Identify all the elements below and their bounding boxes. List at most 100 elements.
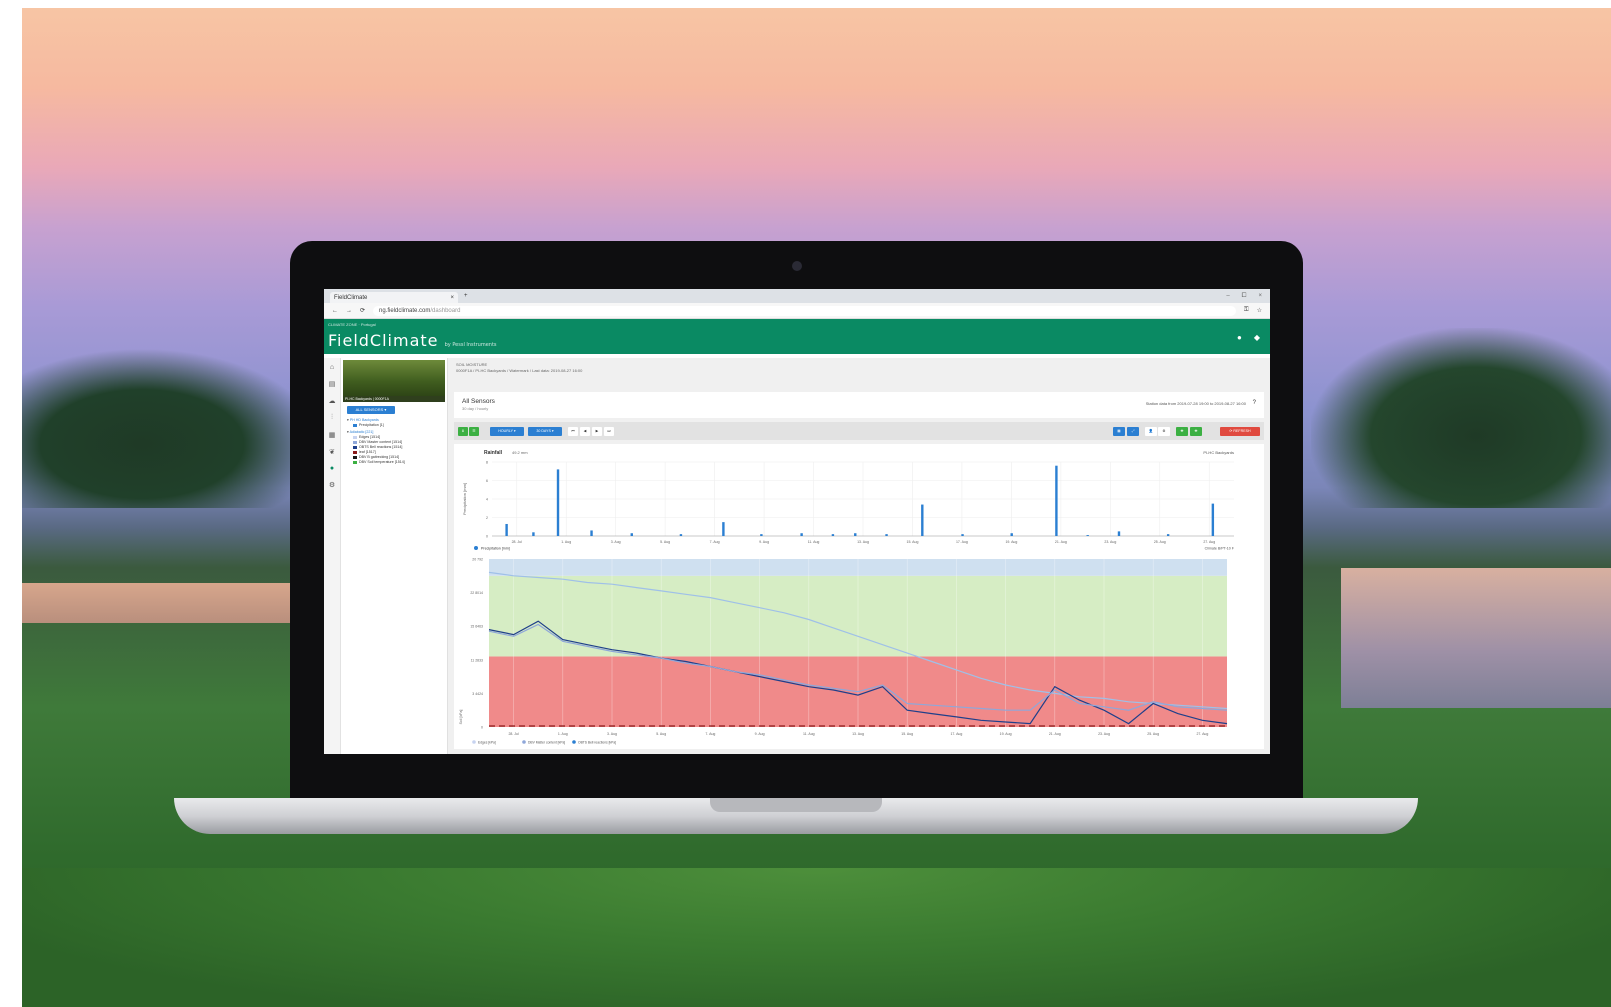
legend-label: OBTS Bell reactions [kPa] [578, 741, 616, 745]
minimize-icon[interactable]: – [1226, 293, 1229, 300]
x-tick-label: 27. Aug [1203, 540, 1215, 544]
export-button[interactable]: ⬇ [458, 427, 468, 436]
key-icon[interactable]: ⚿ [1244, 307, 1249, 314]
tree-item-label: OBTS Bell reactions [1514] [359, 445, 403, 449]
tree-item[interactable]: DBV Soil temperature [1514] [347, 460, 447, 465]
x-tick-label: 13. Aug [852, 732, 864, 736]
y-tick-label: 15 6463 [470, 625, 483, 629]
x-tick-label: 7. Aug [705, 732, 715, 736]
tree-item-label: DBV B gaitrecking [1514] [359, 455, 400, 459]
y-tick-label: 8 [486, 461, 488, 465]
legend-label: Edges [kPa] [478, 741, 496, 745]
tree-item-label: Edges [1514] [359, 435, 381, 439]
next-button[interactable]: ▶ [592, 427, 602, 436]
station-range: Station data from 2019-07-28 19:00 to 20… [1145, 401, 1246, 406]
trees-right [1311, 328, 1611, 508]
sensor-tree: ▾ PH HD Backyards Precipitation [1] ▾ Ad… [347, 418, 447, 465]
star-icon[interactable]: ☆ [1257, 307, 1262, 314]
leaf-icon[interactable]: ● [330, 465, 334, 472]
x-tick-label: 28. Jul [512, 540, 523, 544]
y-tick-label: 20 792 [472, 558, 483, 562]
x-tick-label: 28. Jul [508, 732, 519, 736]
legend-right: Climate B/PT-10 F [1205, 547, 1235, 551]
bar [556, 469, 560, 536]
chart-toolbar: ⬇ ☰ HOURLY ▾ 30 DAYS ▾ ⏮ ◀ ▶ ⏭ ▦ ⤢ 👤 ⚙ ✚… [454, 422, 1264, 440]
bar [760, 534, 763, 536]
crop-icon[interactable]: ❦ [329, 448, 335, 456]
x-tick-label: 5. Aug [656, 732, 666, 736]
prev-button[interactable]: ◀ [580, 427, 590, 436]
series-swatch [353, 435, 357, 439]
user-filter-button[interactable]: 👤 [1145, 427, 1157, 436]
browser-urlbar: ← → ⟳ ng.fieldclimate.com/dashboard ⚿ ☆ [324, 303, 1270, 319]
station-photo [343, 360, 445, 396]
webcam [792, 261, 802, 271]
chart-settings-button[interactable]: ⚙ [1158, 427, 1170, 436]
car-icon[interactable]: ◆ [1254, 333, 1260, 342]
xls-button[interactable]: ✚ [1176, 427, 1188, 436]
station-name: PI-HC Backyards | 0000F1A [343, 396, 445, 402]
map-icon[interactable]: ▦ [329, 431, 336, 439]
charts-svg: Rainfall 49.2 mm PI-HC Backyards Precipitat… [459, 450, 1235, 745]
maximize-icon[interactable]: ⧠ [1242, 293, 1247, 300]
series-swatch [353, 460, 357, 464]
settings-icon[interactable]: ⚙ [329, 481, 335, 489]
help-icon[interactable]: ? [1253, 400, 1256, 406]
y-tick-label: 0 [481, 726, 483, 730]
url-host: ng.fieldclimate.com [379, 307, 431, 314]
first-page-button[interactable]: ⏮ [568, 427, 578, 436]
user-icon[interactable]: ● [1237, 333, 1242, 342]
back-icon[interactable]: ← [332, 308, 338, 314]
home-icon[interactable]: ⌂ [330, 364, 334, 371]
bar [679, 534, 683, 536]
chart-station-label: PI-HC Backyards [1203, 450, 1234, 455]
browser-tabbar: FieldClimate × + – ⧠ × [324, 289, 1270, 303]
last-page-button[interactable]: ⏭ [604, 427, 614, 436]
brand-logo[interactable]: FieldClimate by Pessl Instruments [328, 331, 497, 350]
calendar-icon[interactable]: ▤ [329, 380, 336, 388]
bar [961, 534, 964, 536]
window-close-icon[interactable]: × [1258, 293, 1262, 300]
series-swatch [353, 455, 357, 459]
x-tick-label: 17. Aug [950, 732, 962, 736]
bar [1117, 531, 1121, 536]
x-tick-label: 11. Aug [808, 540, 820, 544]
new-tab-icon[interactable]: + [464, 293, 468, 299]
brand-top: CLIMATE ZONE · Portugal [328, 322, 376, 327]
page-title: All Sensors [462, 398, 495, 405]
grid-button[interactable]: ▦ [1113, 427, 1125, 436]
weather-icon[interactable]: ☁ [329, 397, 336, 405]
address-bar[interactable]: ng.fieldclimate.com/dashboard [373, 305, 1237, 316]
x-tick-label: 25. Aug [1154, 540, 1166, 544]
reload-icon[interactable]: ⟳ [360, 307, 365, 314]
x-tick-label: 27. Aug [1196, 732, 1208, 736]
y-tick-label: 0 [486, 535, 488, 539]
x-tick-label: 19. Aug [1005, 540, 1017, 544]
bar [885, 534, 888, 536]
breadcrumb-sub: 0000F1A / PI-HC Backyards / Watermark / … [456, 368, 583, 373]
tree-item-label: leaf [1517] [359, 450, 376, 454]
bar [1086, 535, 1089, 536]
tree-item[interactable]: Precipitation [1] [347, 423, 447, 428]
tab-close-icon[interactable]: × [450, 295, 454, 301]
x-tick-label: 9. Aug [755, 732, 765, 736]
y-tick-label: 22 8014 [470, 591, 483, 595]
hourly-dropdown[interactable]: HOURLY ▾ [490, 427, 524, 436]
expand-button[interactable]: ⤢ [1127, 427, 1139, 436]
table-button[interactable]: ☰ [469, 427, 479, 436]
forward-icon[interactable]: → [346, 308, 352, 314]
y-tick-label: 2 [486, 516, 488, 520]
pond-right [1341, 568, 1611, 708]
legend-swatch [522, 740, 526, 744]
x-tick-label: 21. Aug [1049, 732, 1061, 736]
y-tick-label: 11 2833 [471, 658, 483, 662]
app-header: CLIMATE ZONE · Portugal FieldClimate by … [324, 319, 1270, 354]
bar [1166, 534, 1170, 536]
chart-icon[interactable]: ⫶ [331, 414, 333, 422]
refresh-button[interactable]: ⟳ REFRESH [1220, 427, 1260, 436]
all-sensors-button[interactable]: ALL SENSORS ▾ [347, 406, 395, 414]
y-axis-label: Soil [kPa] [459, 710, 463, 725]
period-dropdown[interactable]: 30 DAYS ▾ [528, 427, 562, 436]
browser-tab[interactable]: FieldClimate × [330, 292, 458, 303]
pdf-button[interactable]: ✚ [1190, 427, 1202, 436]
